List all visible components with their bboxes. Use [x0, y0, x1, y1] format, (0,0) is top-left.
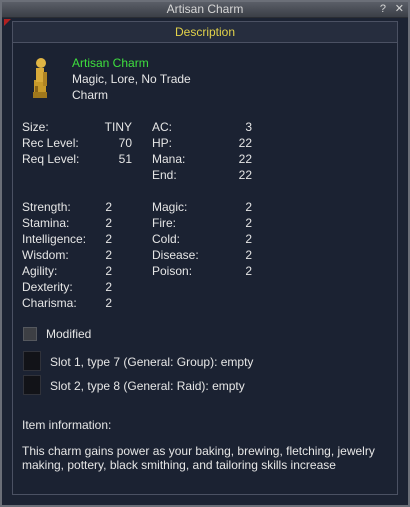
attr-label: Wisdom: — [22, 248, 69, 262]
attr-intelligence: Intelligence: 2 — [22, 231, 112, 247]
stat-label: Size: — [22, 120, 49, 134]
stat-value: 22 — [238, 168, 252, 182]
info-heading: Item information: — [22, 418, 112, 432]
resist-label: Poison: — [152, 264, 193, 278]
item-name: Artisan Charm — [72, 56, 149, 70]
stat-label: Rec Level: — [22, 136, 79, 150]
modified-label: Modified — [46, 327, 92, 341]
attr-label: Stamina: — [22, 216, 70, 230]
stat-label: Mana: — [152, 152, 186, 166]
modified-checkbox[interactable] — [23, 327, 37, 341]
attr-value: 2 — [105, 200, 112, 214]
tab-description[interactable]: Description — [12, 21, 398, 43]
attr-value: 2 — [105, 248, 112, 262]
attr-strength: Strength: 2 — [22, 199, 112, 215]
resist-value: 2 — [245, 232, 252, 246]
resist-value: 2 — [245, 200, 252, 214]
stat-mana: Mana: 22 — [152, 151, 252, 167]
window-title: Artisan Charm — [166, 2, 244, 16]
stat-value: 22 — [238, 152, 252, 166]
attr-label: Agility: — [22, 264, 58, 278]
attr-value: 2 — [105, 296, 112, 310]
resist-magic: Magic: 2 — [152, 199, 252, 215]
resist-value: 2 — [245, 248, 252, 262]
attr-label: Charisma: — [22, 296, 77, 310]
augment-slot-2-label: Slot 2, type 8 (General: Raid): empty — [50, 379, 245, 393]
resist-label: Cold: — [152, 232, 181, 246]
attr-wisdom: Wisdom: 2 — [22, 247, 112, 263]
attr-agility: Agility: 2 — [22, 263, 112, 279]
stat-value: 70 — [118, 136, 132, 150]
attr-charisma: Charisma: 2 — [22, 295, 112, 311]
stat-label: End: — [152, 168, 177, 182]
resist-label: Fire: — [152, 216, 176, 230]
stat-rec-level: Rec Level: 70 — [22, 135, 132, 151]
stat-hp: HP: 22 — [152, 135, 252, 151]
resist-cold: Cold: 2 — [152, 231, 252, 247]
stat-ac: AC: 3 — [152, 119, 252, 135]
attr-label: Dexterity: — [22, 280, 73, 294]
close-button[interactable]: ✕ — [395, 2, 404, 17]
stat-size: Size: TINY — [22, 119, 132, 135]
stat-value: 22 — [238, 136, 252, 150]
augment-slot-2[interactable] — [23, 375, 41, 395]
attr-stamina: Stamina: 2 — [22, 215, 112, 231]
attr-dexterity: Dexterity: 2 — [22, 279, 112, 295]
attr-value: 2 — [105, 216, 112, 230]
stat-label: AC: — [152, 120, 173, 134]
resist-label: Magic: — [152, 200, 188, 214]
resist-fire: Fire: 2 — [152, 215, 252, 231]
resist-label: Disease: — [152, 248, 199, 262]
attr-value: 2 — [105, 264, 112, 278]
augment-slot-1-label: Slot 1, type 7 (General: Group): empty — [50, 355, 254, 369]
info-text: This charm gains power as your baking, b… — [22, 444, 375, 472]
augment-slot-1[interactable] — [23, 351, 41, 371]
attr-value: 2 — [105, 280, 112, 294]
stat-value: 3 — [245, 120, 252, 134]
resist-value: 2 — [245, 264, 252, 278]
attr-value: 2 — [105, 232, 112, 246]
help-button[interactable]: ? — [380, 2, 386, 17]
attr-label: Strength: — [22, 200, 71, 214]
resist-value: 2 — [245, 216, 252, 230]
stat-end: End: 22 — [152, 167, 252, 183]
resist-disease: Disease: 2 — [152, 247, 252, 263]
stat-req-level: Req Level: 51 — [22, 151, 132, 167]
title-bar[interactable]: Artisan Charm ? ✕ — [2, 2, 408, 18]
item-slot: Charm — [72, 88, 109, 102]
stat-value: 51 — [118, 152, 132, 166]
resist-poison: Poison: 2 — [152, 263, 252, 279]
item-flags: Magic, Lore, No Trade — [72, 72, 191, 86]
item-window: Artisan Charm ? ✕ Description Artisan Ch… — [0, 0, 410, 507]
artisan-charm-statuette-icon — [33, 58, 47, 98]
stat-label: Req Level: — [22, 152, 80, 166]
stat-value: TINY — [104, 120, 132, 134]
stat-label: HP: — [152, 136, 173, 150]
attr-label: Intelligence: — [22, 232, 87, 246]
corner-marker — [4, 19, 11, 26]
